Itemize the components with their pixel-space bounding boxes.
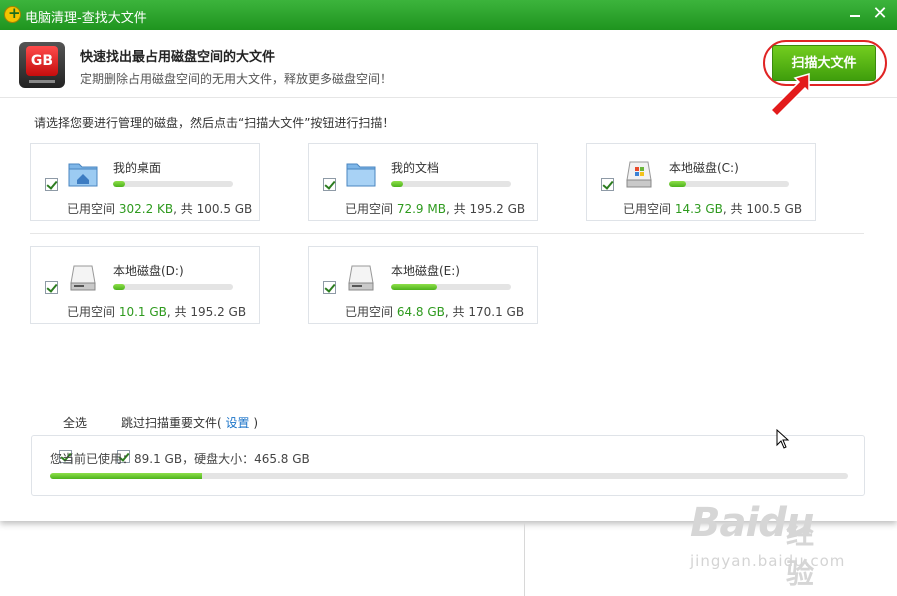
drive-checkbox[interactable] (601, 178, 614, 191)
usage-bar (113, 181, 233, 187)
drive-card-documents[interactable]: 我的文档 已用空间 72.9 MB, 共 195.2 GB (308, 143, 538, 221)
row-divider (30, 233, 864, 234)
drive-checkbox[interactable] (323, 178, 336, 191)
usage-bar (669, 181, 789, 187)
usage-text: 已用空间 10.1 GB, 共 195.2 GB (67, 305, 247, 319)
usage-text: 已用空间 14.3 GB, 共 100.5 GB (623, 202, 803, 216)
baidu-watermark: Baidu 经验 (690, 500, 814, 590)
drive-name: 本地磁盘(C:) (669, 161, 739, 175)
minimize-button[interactable] (845, 4, 865, 24)
drive-name: 本地磁盘(E:) (391, 264, 460, 278)
usage-bar (391, 284, 511, 290)
app-window: 电脑清理-查找大文件 ✕ GB 快速找出最占用磁盘空间的大文件 定期删除占用磁盘… (0, 0, 897, 521)
usage-text: 已用空间 302.2 KB, 共 100.5 GB (67, 202, 253, 216)
drive-card-desktop[interactable]: 我的桌面 已用空间 302.2 KB, 共 100.5 GB (30, 143, 260, 221)
header-subtitle: 定期删除占用磁盘空间的无用大文件，释放更多磁盘空间！ (80, 72, 393, 86)
watermark-url: jingyan.baidu.com (690, 552, 846, 570)
drive-checkbox[interactable] (323, 281, 336, 294)
gb-icon: GB (19, 42, 65, 88)
drive-card-d[interactable]: 本地磁盘(D:) 已用空间 10.1 GB, 共 195.2 GB (30, 246, 260, 324)
title-bar: 电脑清理-查找大文件 ✕ (0, 0, 897, 30)
drive-checkbox[interactable] (45, 281, 58, 294)
disk-usage-bar (50, 473, 848, 479)
documents-folder-icon (346, 163, 376, 187)
hard-drive-icon (348, 265, 374, 291)
close-button[interactable]: ✕ (870, 4, 890, 24)
usage-bar (113, 284, 233, 290)
disk-summary-panel: 您当前已使用：89.1 GB，硬盘大小：465.8 GB (31, 435, 865, 496)
skip-important-option[interactable]: 跳过扫描重要文件( 设置 ) (103, 414, 258, 463)
select-all-option[interactable]: 全选 (45, 414, 87, 463)
instruction-text: 请选择您要进行管理的磁盘，然后点击“扫描大文件”按钮进行扫描！ (34, 116, 395, 130)
settings-link[interactable]: 设置 (226, 416, 250, 430)
usage-text: 已用空间 64.8 GB, 共 170.1 GB (345, 305, 525, 319)
header-title: 快速找出最占用磁盘空间的大文件 (80, 50, 276, 65)
app-logo-icon (4, 4, 21, 23)
drive-card-e[interactable]: 本地磁盘(E:) 已用空间 64.8 GB, 共 170.1 GB (308, 246, 538, 324)
drive-card-c[interactable]: 本地磁盘(C:) 已用空间 14.3 GB, 共 100.5 GB (586, 143, 816, 221)
drive-name: 本地磁盘(D:) (113, 264, 184, 278)
usage-text: 已用空间 72.9 MB, 共 195.2 GB (345, 202, 526, 216)
system-drive-icon (626, 161, 652, 188)
drive-checkbox[interactable] (45, 178, 58, 191)
usage-bar (391, 181, 511, 187)
desktop-folder-icon (68, 163, 98, 187)
drive-name: 我的桌面 (113, 161, 162, 175)
mouse-cursor-icon (776, 429, 790, 449)
background-divider (524, 523, 525, 596)
red-arrow-icon (769, 73, 810, 118)
disk-summary-text: 您当前已使用：89.1 GB，硬盘大小：465.8 GB (50, 452, 310, 466)
hard-drive-icon (70, 265, 96, 291)
window-title: 电脑清理-查找大文件 (25, 11, 147, 26)
drive-name: 我的文档 (391, 161, 440, 175)
